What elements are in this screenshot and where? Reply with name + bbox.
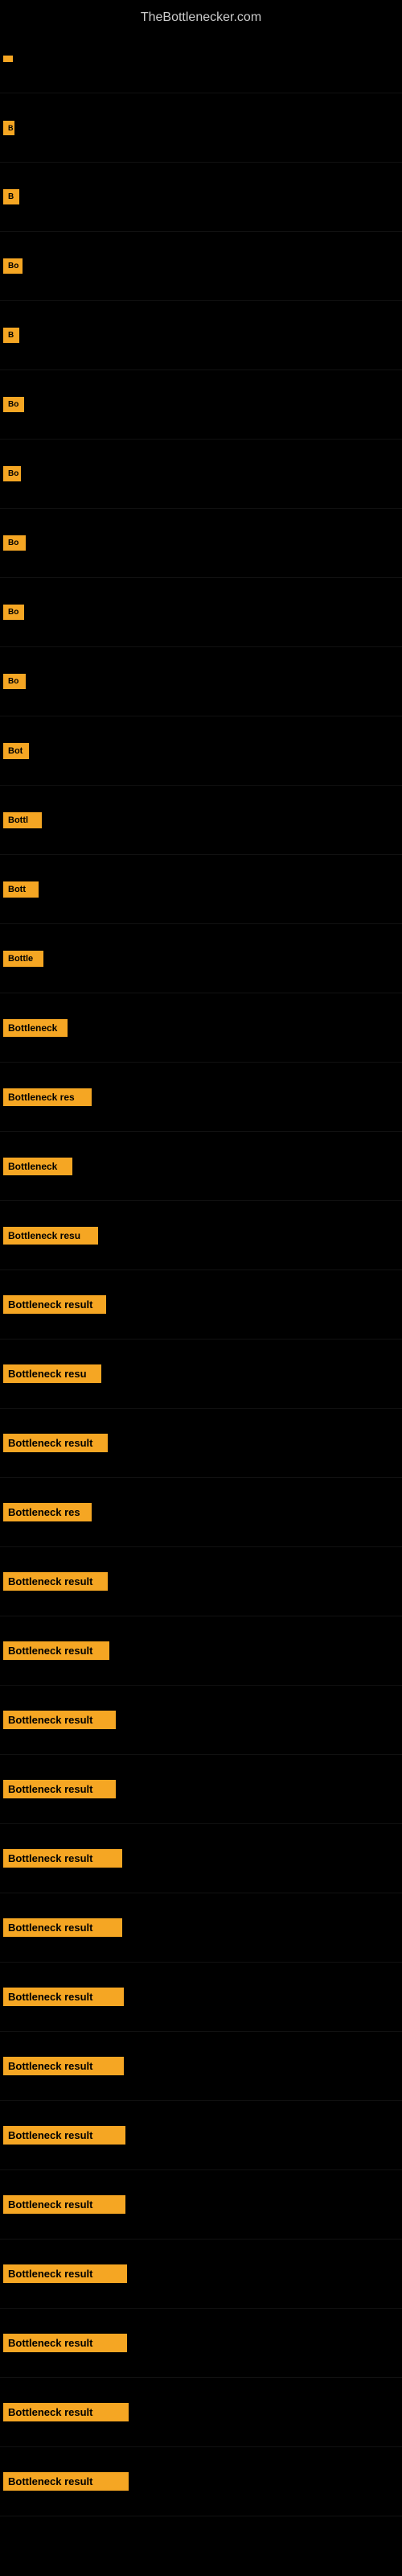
bottleneck-label: Bott (3, 881, 39, 898)
list-item-30: Bottleneck result (0, 2101, 402, 2170)
list-item-35: Bottleneck result (0, 2447, 402, 2516)
list-item-4: B (0, 301, 402, 370)
list-item-14: Bottleneck (0, 993, 402, 1063)
list-item-2: B (0, 163, 402, 232)
bottleneck-label: Bottl (3, 812, 42, 828)
bottleneck-label: Bottle (3, 951, 43, 967)
bottleneck-label: Bottleneck result (3, 1849, 122, 1868)
bottleneck-label: Bottleneck res (3, 1088, 92, 1106)
bottleneck-label: Bottleneck result (3, 1572, 108, 1591)
list-item-18: Bottleneck result (0, 1270, 402, 1340)
list-item-25: Bottleneck result (0, 1755, 402, 1824)
list-item-32: Bottleneck result (0, 2240, 402, 2309)
bottleneck-label: Bo (3, 466, 21, 481)
bottleneck-label: Bottleneck result (3, 2403, 129, 2421)
bottleneck-label: Bottleneck result (3, 2472, 129, 2491)
bottleneck-label: Bottleneck (3, 1019, 68, 1037)
list-item-22: Bottleneck result (0, 1547, 402, 1616)
list-item-15: Bottleneck res (0, 1063, 402, 1132)
list-item-28: Bottleneck result (0, 1963, 402, 2032)
bottleneck-label: Bottleneck resu (3, 1364, 101, 1383)
list-item-8: Bo (0, 578, 402, 647)
list-item-3: Bo (0, 232, 402, 301)
list-item-27: Bottleneck result (0, 1893, 402, 1963)
bottleneck-label: Bo (3, 535, 26, 551)
bottleneck-label: Bo (3, 258, 23, 274)
bottleneck-label (3, 56, 13, 62)
list-item-12: Bott (0, 855, 402, 924)
bottleneck-label: B (3, 189, 19, 204)
list-item-10: Bot (0, 716, 402, 786)
list-item-13: Bottle (0, 924, 402, 993)
bottleneck-label: Bottleneck result (3, 2057, 124, 2075)
bottleneck-label: Bottleneck result (3, 1434, 108, 1452)
bottleneck-label: Bottleneck resu (3, 1227, 98, 1245)
bottleneck-label: Bottleneck result (3, 1780, 116, 1798)
bottleneck-label: Bottleneck result (3, 2195, 125, 2214)
bottleneck-label: Bo (3, 605, 24, 620)
bottleneck-label: Bottleneck (3, 1158, 72, 1175)
bottleneck-label: Bottleneck result (3, 2126, 125, 2145)
bottleneck-label: Bottleneck result (3, 1988, 124, 2006)
list-item-7: Bo (0, 509, 402, 578)
bottleneck-label: Bottleneck res (3, 1503, 92, 1521)
list-item-0 (0, 24, 402, 93)
bottleneck-label: Bottleneck result (3, 1711, 116, 1729)
bottleneck-label: Bottleneck result (3, 1641, 109, 1660)
bottleneck-label: Bot (3, 743, 29, 759)
bottleneck-label: Bottleneck result (3, 1918, 122, 1937)
list-item-23: Bottleneck result (0, 1616, 402, 1686)
bottleneck-label: Bottleneck result (3, 1295, 106, 1314)
list-item-20: Bottleneck result (0, 1409, 402, 1478)
list-item-33: Bottleneck result (0, 2309, 402, 2378)
list-item-21: Bottleneck res (0, 1478, 402, 1547)
bottleneck-label: Bo (3, 397, 24, 412)
bottleneck-label: Bottleneck result (3, 2334, 127, 2352)
list-item-11: Bottl (0, 786, 402, 855)
list-item-26: Bottleneck result (0, 1824, 402, 1893)
list-item-19: Bottleneck resu (0, 1340, 402, 1409)
items-container: B B Bo B Bo Bo Bo Bo Bo Bot Bottl Bott Bottle Bottlen… (0, 24, 402, 2516)
list-item-9: Bo (0, 647, 402, 716)
list-item-34: Bottleneck result (0, 2378, 402, 2447)
list-item-29: Bottleneck result (0, 2032, 402, 2101)
list-item-16: Bottleneck (0, 1132, 402, 1201)
list-item-17: Bottleneck resu (0, 1201, 402, 1270)
bottleneck-label: B (3, 328, 19, 343)
list-item-6: Bo (0, 440, 402, 509)
bottleneck-label: Bo (3, 674, 26, 689)
list-item-1: B (0, 93, 402, 163)
list-item-31: Bottleneck result (0, 2170, 402, 2240)
bottleneck-label: Bottleneck result (3, 2264, 127, 2283)
bottleneck-label: B (3, 121, 14, 135)
list-item-5: Bo (0, 370, 402, 440)
list-item-24: Bottleneck result (0, 1686, 402, 1755)
